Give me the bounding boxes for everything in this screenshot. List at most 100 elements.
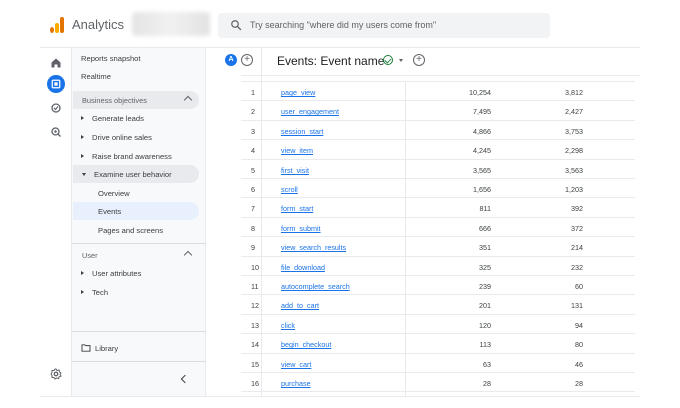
dropdown-arrow-icon[interactable]	[399, 59, 403, 62]
nav-library[interactable]: Library	[81, 344, 118, 353]
event-name-link[interactable]: form_submit	[281, 224, 321, 233]
section-business-objectives[interactable]: Business objectives	[73, 91, 199, 109]
event-name-link[interactable]: view_search_results	[281, 243, 346, 252]
top-bar: Analytics Try searching "where did my us…	[40, 0, 640, 48]
metric-value: 46	[575, 359, 583, 369]
nav-user-attributes[interactable]: User attributes	[81, 269, 141, 278]
search-placeholder: Try searching "where did my users come f…	[250, 20, 437, 30]
chevron-up-icon	[183, 95, 193, 105]
metric-value: 4,245	[473, 146, 491, 156]
event-name-link[interactable]: purchase	[281, 379, 311, 388]
advertising-icon[interactable]	[47, 123, 65, 141]
event-name-link[interactable]: add_to_cart	[281, 301, 319, 310]
nav-events-active[interactable]	[73, 202, 199, 220]
nav-overview[interactable]: Overview	[98, 189, 130, 198]
table-row[interactable]: 9 view_search_results 351 214	[241, 237, 635, 257]
search-input[interactable]: Try searching "where did my users come f…	[218, 13, 550, 38]
report-main: A + Events: Event name + 1 page_view 10,25…	[206, 48, 640, 396]
table-row[interactable]: 7 form_start 811 392	[241, 198, 635, 218]
table-row[interactable]: 10 file_download 325 232	[241, 257, 635, 276]
expand-arrow-icon	[81, 116, 84, 120]
reports-icon[interactable]	[47, 75, 65, 93]
table-row[interactable]: 3 session_start 4,866 3,753	[241, 121, 635, 141]
table-row[interactable]: 5 first_visit 3,565 3,563	[241, 160, 635, 179]
nav-generate-leads-label: Generate leads	[92, 114, 144, 123]
event-name-link[interactable]: click	[281, 321, 295, 330]
nav-tech-label: Tech	[92, 288, 109, 297]
table-row[interactable]: 4 view_item 4,245 2,298	[241, 140, 635, 160]
table-row[interactable]: 13 click 120 94	[241, 315, 635, 335]
metric-value: 113	[479, 340, 491, 350]
section-business-objectives-label: Business objectives	[82, 96, 147, 105]
nav-drive-online-sales[interactable]: Drive online sales	[81, 133, 152, 142]
row-index: 15	[251, 359, 259, 369]
nav-raise-brand-awareness[interactable]: Raise brand awareness	[81, 152, 172, 161]
table-row[interactable]: 2 user_engagement 7,495 2,427	[241, 101, 635, 121]
metric-value: 63	[483, 359, 491, 369]
table-row[interactable]: 12 add_to_cart 201 131	[241, 295, 635, 315]
settings-icon[interactable]	[47, 365, 65, 383]
metric-value: 131	[571, 301, 583, 311]
left-rail	[40, 48, 72, 396]
event-name-link[interactable]: view_item	[281, 146, 313, 155]
table-row[interactable]: 6 scroll 1,656 1,203	[241, 179, 635, 199]
event-name-link[interactable]: page_view	[281, 88, 315, 97]
nav-tech[interactable]: Tech	[81, 288, 108, 297]
event-name-link[interactable]: autocomplete_search	[281, 282, 350, 291]
event-name-link[interactable]: begin_checkout	[281, 340, 331, 349]
folder-icon	[81, 344, 91, 352]
metric-value: 1,203	[565, 185, 583, 194]
metric-value: 325	[479, 262, 491, 272]
table-row[interactable]: 15 view_cart 63 46	[241, 354, 635, 373]
report-title: Events: Event name	[277, 54, 385, 68]
event-name-link[interactable]: first_visit	[281, 166, 309, 175]
metric-value: 28	[575, 379, 583, 388]
nav-library-label: Library	[95, 344, 119, 353]
nav-events[interactable]: Events	[98, 207, 121, 216]
collapse-nav-chevron-icon[interactable]	[180, 374, 190, 384]
metric-value: 2,427	[565, 107, 583, 117]
nav-examine-user-behavior[interactable]: Examine user behavior	[73, 165, 199, 183]
row-index: 12	[251, 301, 259, 311]
event-name-link[interactable]: file_download	[281, 263, 325, 272]
table-row[interactable]: 1 page_view 10,254 3,812	[241, 82, 635, 102]
search-icon	[231, 20, 242, 31]
collapse-arrow-icon	[82, 173, 86, 176]
row-index: 11	[251, 282, 259, 291]
account-selector[interactable]	[132, 12, 210, 36]
table-row[interactable]: 16 purchase 28 28	[241, 373, 635, 393]
row-index: 2	[251, 107, 255, 117]
event-name-link[interactable]: form_start	[281, 204, 313, 213]
explore-icon[interactable]	[47, 99, 65, 117]
comparison-badge[interactable]: A	[225, 54, 237, 66]
nav-realtime[interactable]: Realtime	[81, 72, 111, 81]
metric-value: 3,563	[565, 165, 583, 175]
app-title: Analytics	[72, 17, 125, 32]
table-row[interactable]: 8 form_submit 666 372	[241, 218, 635, 238]
event-name-link[interactable]: user_engagement	[281, 107, 339, 116]
section-user-label: User	[82, 251, 98, 260]
event-name-link[interactable]: session_start	[281, 127, 323, 136]
row-index: 8	[251, 223, 255, 233]
report-navigation: Reports snapshot Realtime Business objec…	[72, 48, 206, 396]
analytics-logo-icon[interactable]	[50, 17, 64, 33]
metric-value: 7,495	[473, 107, 491, 117]
table-row[interactable]: 11 autocomplete_search 239 60	[241, 276, 635, 296]
verified-check-icon[interactable]	[383, 55, 393, 65]
add-button[interactable]: +	[413, 54, 425, 66]
divider	[72, 243, 206, 244]
metric-value: 60	[575, 282, 583, 291]
nav-user-attributes-label: User attributes	[92, 269, 142, 278]
event-name-link[interactable]: view_cart	[281, 360, 311, 369]
event-name-link[interactable]: scroll	[281, 185, 298, 194]
home-icon[interactable]	[47, 54, 65, 72]
section-user[interactable]: User	[73, 246, 199, 264]
expand-arrow-icon	[81, 271, 84, 275]
nav-reports-snapshot[interactable]: Reports snapshot	[81, 54, 141, 63]
row-index: 4	[251, 146, 255, 156]
nav-generate-leads[interactable]: Generate leads	[81, 114, 144, 123]
nav-pages-and-screens[interactable]: Pages and screens	[98, 226, 163, 235]
add-comparison-button[interactable]: +	[241, 54, 253, 66]
table-row[interactable]: 14 begin_checkout 113 80	[241, 334, 635, 354]
bottom-border	[40, 396, 640, 397]
